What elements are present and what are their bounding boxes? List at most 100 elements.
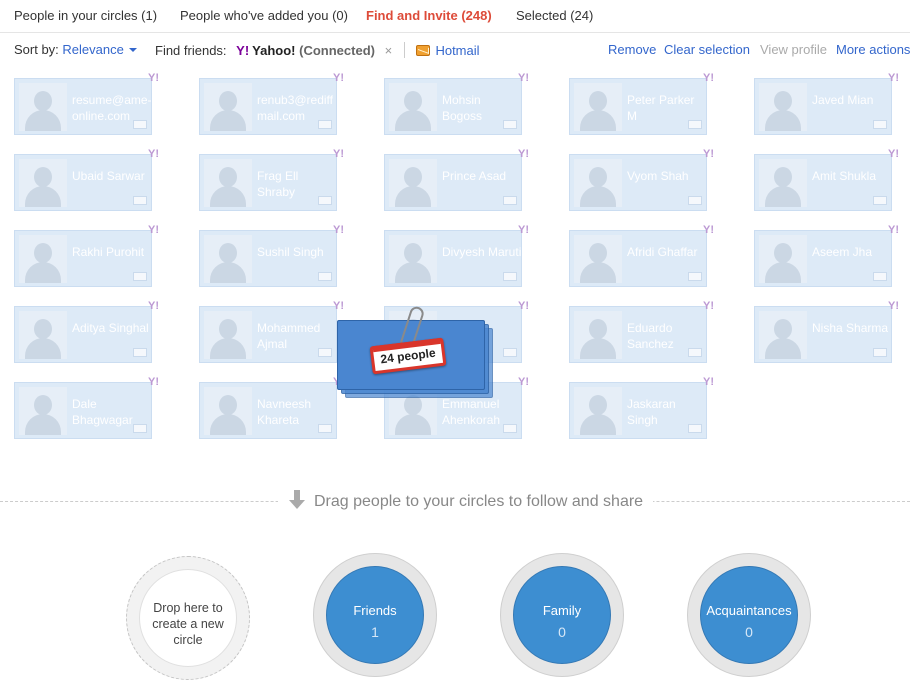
- person-card[interactable]: Mohammed Ajmal Y!: [199, 300, 344, 363]
- circle-count: 0: [745, 624, 753, 640]
- envelope-icon: [503, 272, 517, 281]
- avatar-placeholder-icon: [574, 83, 622, 131]
- person-name: Aditya Singhal: [72, 321, 149, 335]
- envelope-icon: [688, 272, 702, 281]
- person-card[interactable]: Vyom Shah Y!: [569, 148, 714, 211]
- avatar-placeholder-icon: [389, 235, 437, 283]
- person-name: Sushil Singh: [257, 245, 324, 259]
- circle-acquaintances[interactable]: Acquaintances 0: [687, 553, 811, 677]
- avatar-placeholder-icon: [389, 159, 437, 207]
- circle-name: Family: [542, 603, 582, 618]
- hotmail-link[interactable]: Hotmail: [435, 43, 479, 58]
- person-card[interactable]: Aseem Jha Y!: [754, 224, 899, 287]
- sort-dropdown[interactable]: Relevance: [62, 42, 137, 57]
- person-card[interactable]: Sushil Singh Y!: [199, 224, 344, 287]
- person-card[interactable]: Peter Parker M Y!: [569, 72, 714, 135]
- dragged-selection[interactable]: 24 people: [337, 304, 497, 412]
- tab-selected[interactable]: Selected (24): [516, 8, 593, 23]
- person-card[interactable]: Jaskaran Singh Y!: [569, 376, 714, 439]
- tab-bar: People in your circles (1) People who've…: [0, 0, 910, 33]
- avatar-placeholder-icon: [19, 311, 67, 359]
- yahoo-badge-icon: Y!: [148, 300, 159, 312]
- envelope-icon: [503, 196, 517, 205]
- person-card[interactable]: Divyesh Maruti Y!: [384, 224, 529, 287]
- envelope-icon: [873, 120, 887, 129]
- divider: [403, 42, 405, 58]
- envelope-icon: [318, 272, 332, 281]
- avatar-placeholder-icon: [574, 159, 622, 207]
- yahoo-badge-icon: Y!: [888, 300, 899, 312]
- avatar-placeholder-icon: [204, 311, 252, 359]
- remove-button[interactable]: Remove: [608, 42, 656, 57]
- yahoo-badge-icon: Y!: [888, 148, 899, 160]
- yahoo-badge-icon: Y!: [333, 300, 344, 312]
- yahoo-provider[interactable]: Yahoo!: [252, 43, 295, 58]
- circle-friends[interactable]: Friends 1: [313, 553, 437, 677]
- circle-count: 0: [558, 624, 566, 640]
- yahoo-badge-icon: Y!: [703, 300, 714, 312]
- person-card[interactable]: Eduardo Sanchez Y!: [569, 300, 714, 363]
- new-circle-dropzone[interactable]: Drop here to create a new circle: [126, 556, 250, 680]
- avatar-placeholder-icon: [19, 159, 67, 207]
- yahoo-badge-icon: Y!: [518, 148, 529, 160]
- avatar-placeholder-icon: [19, 235, 67, 283]
- person-name: Nisha Sharma: [812, 321, 889, 335]
- yahoo-badge-icon: Y!: [148, 376, 159, 388]
- person-card[interactable]: Navneesh KharetaY!: [199, 376, 344, 439]
- clear-selection-button[interactable]: Clear selection: [664, 42, 750, 57]
- yahoo-badge-icon: Y!: [148, 224, 159, 236]
- drag-hint: Drag people to your circles to follow an…: [278, 490, 654, 511]
- person-card[interactable]: Aditya Singhal Y!: [14, 300, 159, 363]
- toolbar: Sort by: Relevance Find friends: Y! Yahoo…: [0, 33, 910, 67]
- person-card[interactable]: Rakhi Purohit Y!: [14, 224, 159, 287]
- envelope-icon: [318, 424, 332, 433]
- person-name: Ubaid Sarwar: [72, 169, 145, 183]
- circle-family[interactable]: Family 0: [500, 553, 624, 677]
- envelope-icon: [133, 196, 147, 205]
- yahoo-badge-icon: Y!: [888, 224, 899, 236]
- envelope-icon: [133, 120, 147, 129]
- sort-label: Sort by:: [14, 42, 59, 57]
- envelope-icon: [318, 120, 332, 129]
- person-card[interactable]: Ubaid Sarwar Y!: [14, 148, 159, 211]
- envelope-icon: [133, 272, 147, 281]
- person-name: Afridi Ghaffar: [627, 245, 698, 259]
- avatar-placeholder-icon: [759, 159, 807, 207]
- avatar-placeholder-icon: [204, 159, 252, 207]
- tab-people-in-circles[interactable]: People in your circles (1): [14, 8, 157, 23]
- person-card[interactable]: Mohsin Bogoss Y!: [384, 72, 529, 135]
- person-card[interactable]: resume@ame-online.com Y!: [14, 72, 159, 135]
- yahoo-badge-icon: Y!: [518, 300, 529, 312]
- envelope-icon: [503, 424, 517, 433]
- yahoo-badge-icon: Y!: [703, 376, 714, 388]
- tab-people-who-added-you[interactable]: People who've added you (0): [180, 8, 348, 23]
- avatar-placeholder-icon: [389, 83, 437, 131]
- hotmail-icon: [416, 45, 431, 56]
- find-friends-label: Find friends:: [155, 43, 227, 58]
- person-name: Rakhi Purohit: [72, 245, 145, 259]
- circle-name: Friends: [353, 603, 397, 618]
- circle-name: Acquaintances: [706, 603, 792, 618]
- more-actions-button[interactable]: More actions: [836, 42, 910, 57]
- person-card[interactable]: Prince Asad Y!: [384, 148, 529, 211]
- yahoo-badge-icon: Y!: [333, 224, 344, 236]
- person-card[interactable]: Javed Mian Y!: [754, 72, 899, 135]
- yahoo-badge-icon: Y!: [148, 72, 159, 84]
- envelope-icon: [873, 348, 887, 357]
- disconnect-yahoo-icon[interactable]: ×: [385, 43, 393, 58]
- yahoo-badge-icon: Y!: [518, 72, 529, 84]
- person-card[interactable]: Afridi Ghaffar Y!: [569, 224, 714, 287]
- avatar-placeholder-icon: [19, 387, 67, 435]
- avatar-placeholder-icon: [204, 83, 252, 131]
- tab-find-and-invite[interactable]: Find and Invite (248): [366, 8, 492, 23]
- avatar-placeholder-icon: [19, 83, 67, 131]
- person-card[interactable]: Frag Ell Shraby Y!: [199, 148, 344, 211]
- avatar-placeholder-icon: [759, 311, 807, 359]
- person-card[interactable]: renub3@rediffmail.com Y!: [199, 72, 344, 135]
- person-card[interactable]: Amit Shukla Y!: [754, 148, 899, 211]
- person-card[interactable]: Nisha Sharma Y!: [754, 300, 899, 363]
- envelope-icon: [318, 196, 332, 205]
- person-card[interactable]: Dale Bhagwagar Y!: [14, 376, 159, 439]
- sort-value: Relevance: [62, 42, 124, 57]
- sort-control: Sort by: Relevance: [14, 42, 137, 57]
